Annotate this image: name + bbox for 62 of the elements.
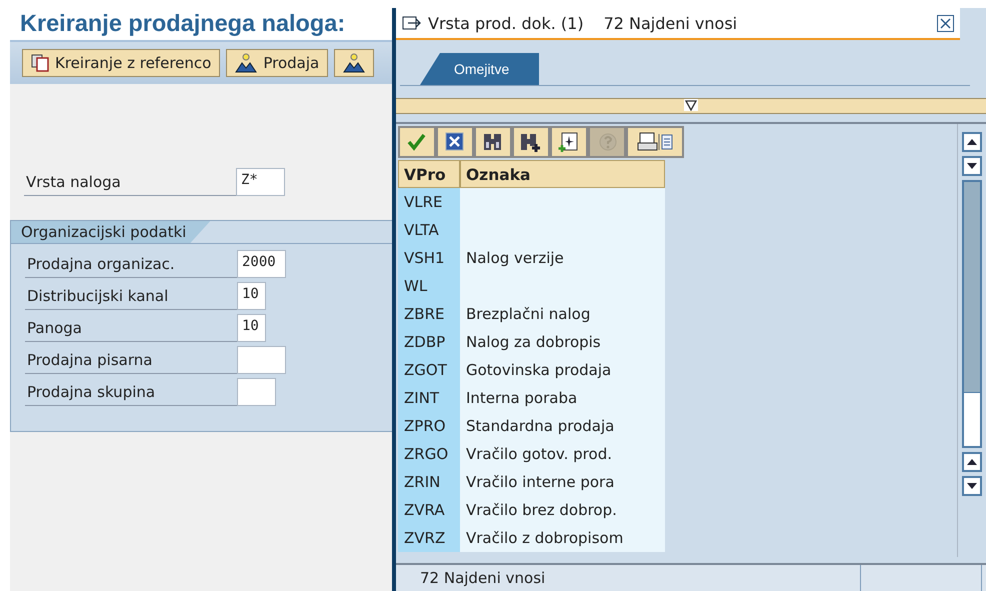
down-arrow-icon — [967, 163, 977, 169]
close-icon — [940, 18, 951, 28]
scroll-down-button[interactable] — [962, 156, 982, 176]
table-cell[interactable]: Nalog za dobropis — [460, 328, 665, 356]
input-field[interactable] — [237, 346, 286, 374]
input-field[interactable]: Z* — [236, 168, 285, 196]
table-cell[interactable]: Interna poraba — [460, 384, 665, 412]
column-header[interactable]: Oznaka — [460, 160, 665, 188]
input-field[interactable] — [237, 378, 276, 406]
toolbar-button[interactable] — [552, 128, 586, 156]
input-field[interactable]: 10 — [237, 314, 266, 342]
column-header[interactable]: VPro — [398, 160, 460, 188]
table-cell[interactable]: Standardna prodaja — [460, 412, 665, 440]
table-cell[interactable]: Gotovinska prodaja — [460, 356, 665, 384]
screen-title: Kreiranje prodajnega naloga: — [19, 9, 346, 38]
input-field[interactable]: 10 — [237, 282, 266, 310]
scroll-up-button[interactable] — [962, 132, 982, 152]
table-cell[interactable]: VSH1 — [398, 244, 460, 272]
toolbar-button[interactable]: Prodaja — [226, 49, 328, 77]
up-arrow-icon — [967, 139, 977, 145]
table-cell[interactable]: ZRIN — [398, 468, 460, 496]
toolbar-button[interactable] — [476, 128, 510, 156]
toolbar-button[interactable] — [438, 128, 472, 156]
toolbar-button[interactable] — [628, 128, 682, 156]
table-cell[interactable]: WL — [398, 272, 460, 300]
input-field[interactable]: 2000 — [237, 250, 286, 278]
dialog-icon — [402, 15, 422, 31]
hit-count: 72 Najdeni vnosi — [604, 14, 738, 32]
table-cell[interactable]: ZGOT — [398, 356, 460, 384]
splitter-bar[interactable] — [396, 98, 986, 114]
scroll-thumb[interactable] — [964, 182, 980, 393]
dialog-title: Vrsta prod. dok. (1) — [428, 14, 584, 32]
table-cell[interactable]: ZPRO — [398, 412, 460, 440]
table-cell[interactable]: VLTA — [398, 216, 460, 244]
table-cell[interactable]: ZVRZ — [398, 524, 460, 552]
tab[interactable]: Omejitve — [420, 53, 540, 85]
copy-icon — [31, 54, 49, 72]
table-cell[interactable]: ZDBP — [398, 328, 460, 356]
scroll-down-button[interactable] — [962, 476, 982, 496]
table-cell[interactable]: ZVRA — [398, 496, 460, 524]
toolbar-button[interactable] — [514, 128, 548, 156]
status-text: 72 Najdeni vnosi — [396, 565, 861, 591]
table-cell[interactable]: Vračilo z dobropisom — [460, 524, 665, 552]
mountain-icon — [343, 53, 366, 73]
table-cell[interactable]: VLRE — [398, 188, 460, 216]
table-cell[interactable]: Vračilo brez dobrop. — [460, 496, 665, 524]
mountain-icon — [235, 53, 258, 73]
triangle-icon — [684, 99, 698, 111]
toolbar-button[interactable]: Kreiranje z referenco — [22, 49, 220, 77]
down-arrow-icon — [967, 483, 977, 489]
table-cell[interactable]: Brezplačni nalog — [460, 300, 665, 328]
table-cell[interactable]: Vračilo gotov. prod. — [460, 440, 665, 468]
table-cell[interactable]: Nalog verzije — [460, 244, 665, 272]
table-cell[interactable]: Vračilo interne pora — [460, 468, 665, 496]
table-cell[interactable]: ZBRE — [398, 300, 460, 328]
toolbar-button[interactable] — [334, 49, 374, 77]
scroll-up-button[interactable] — [962, 452, 982, 472]
up-arrow-icon — [967, 459, 977, 465]
group-title: Organizacijski podatki — [11, 221, 210, 243]
table-cell[interactable]: ZINT — [398, 384, 460, 412]
close-button[interactable] — [937, 14, 954, 32]
table-cell[interactable]: ZRGO — [398, 440, 460, 468]
